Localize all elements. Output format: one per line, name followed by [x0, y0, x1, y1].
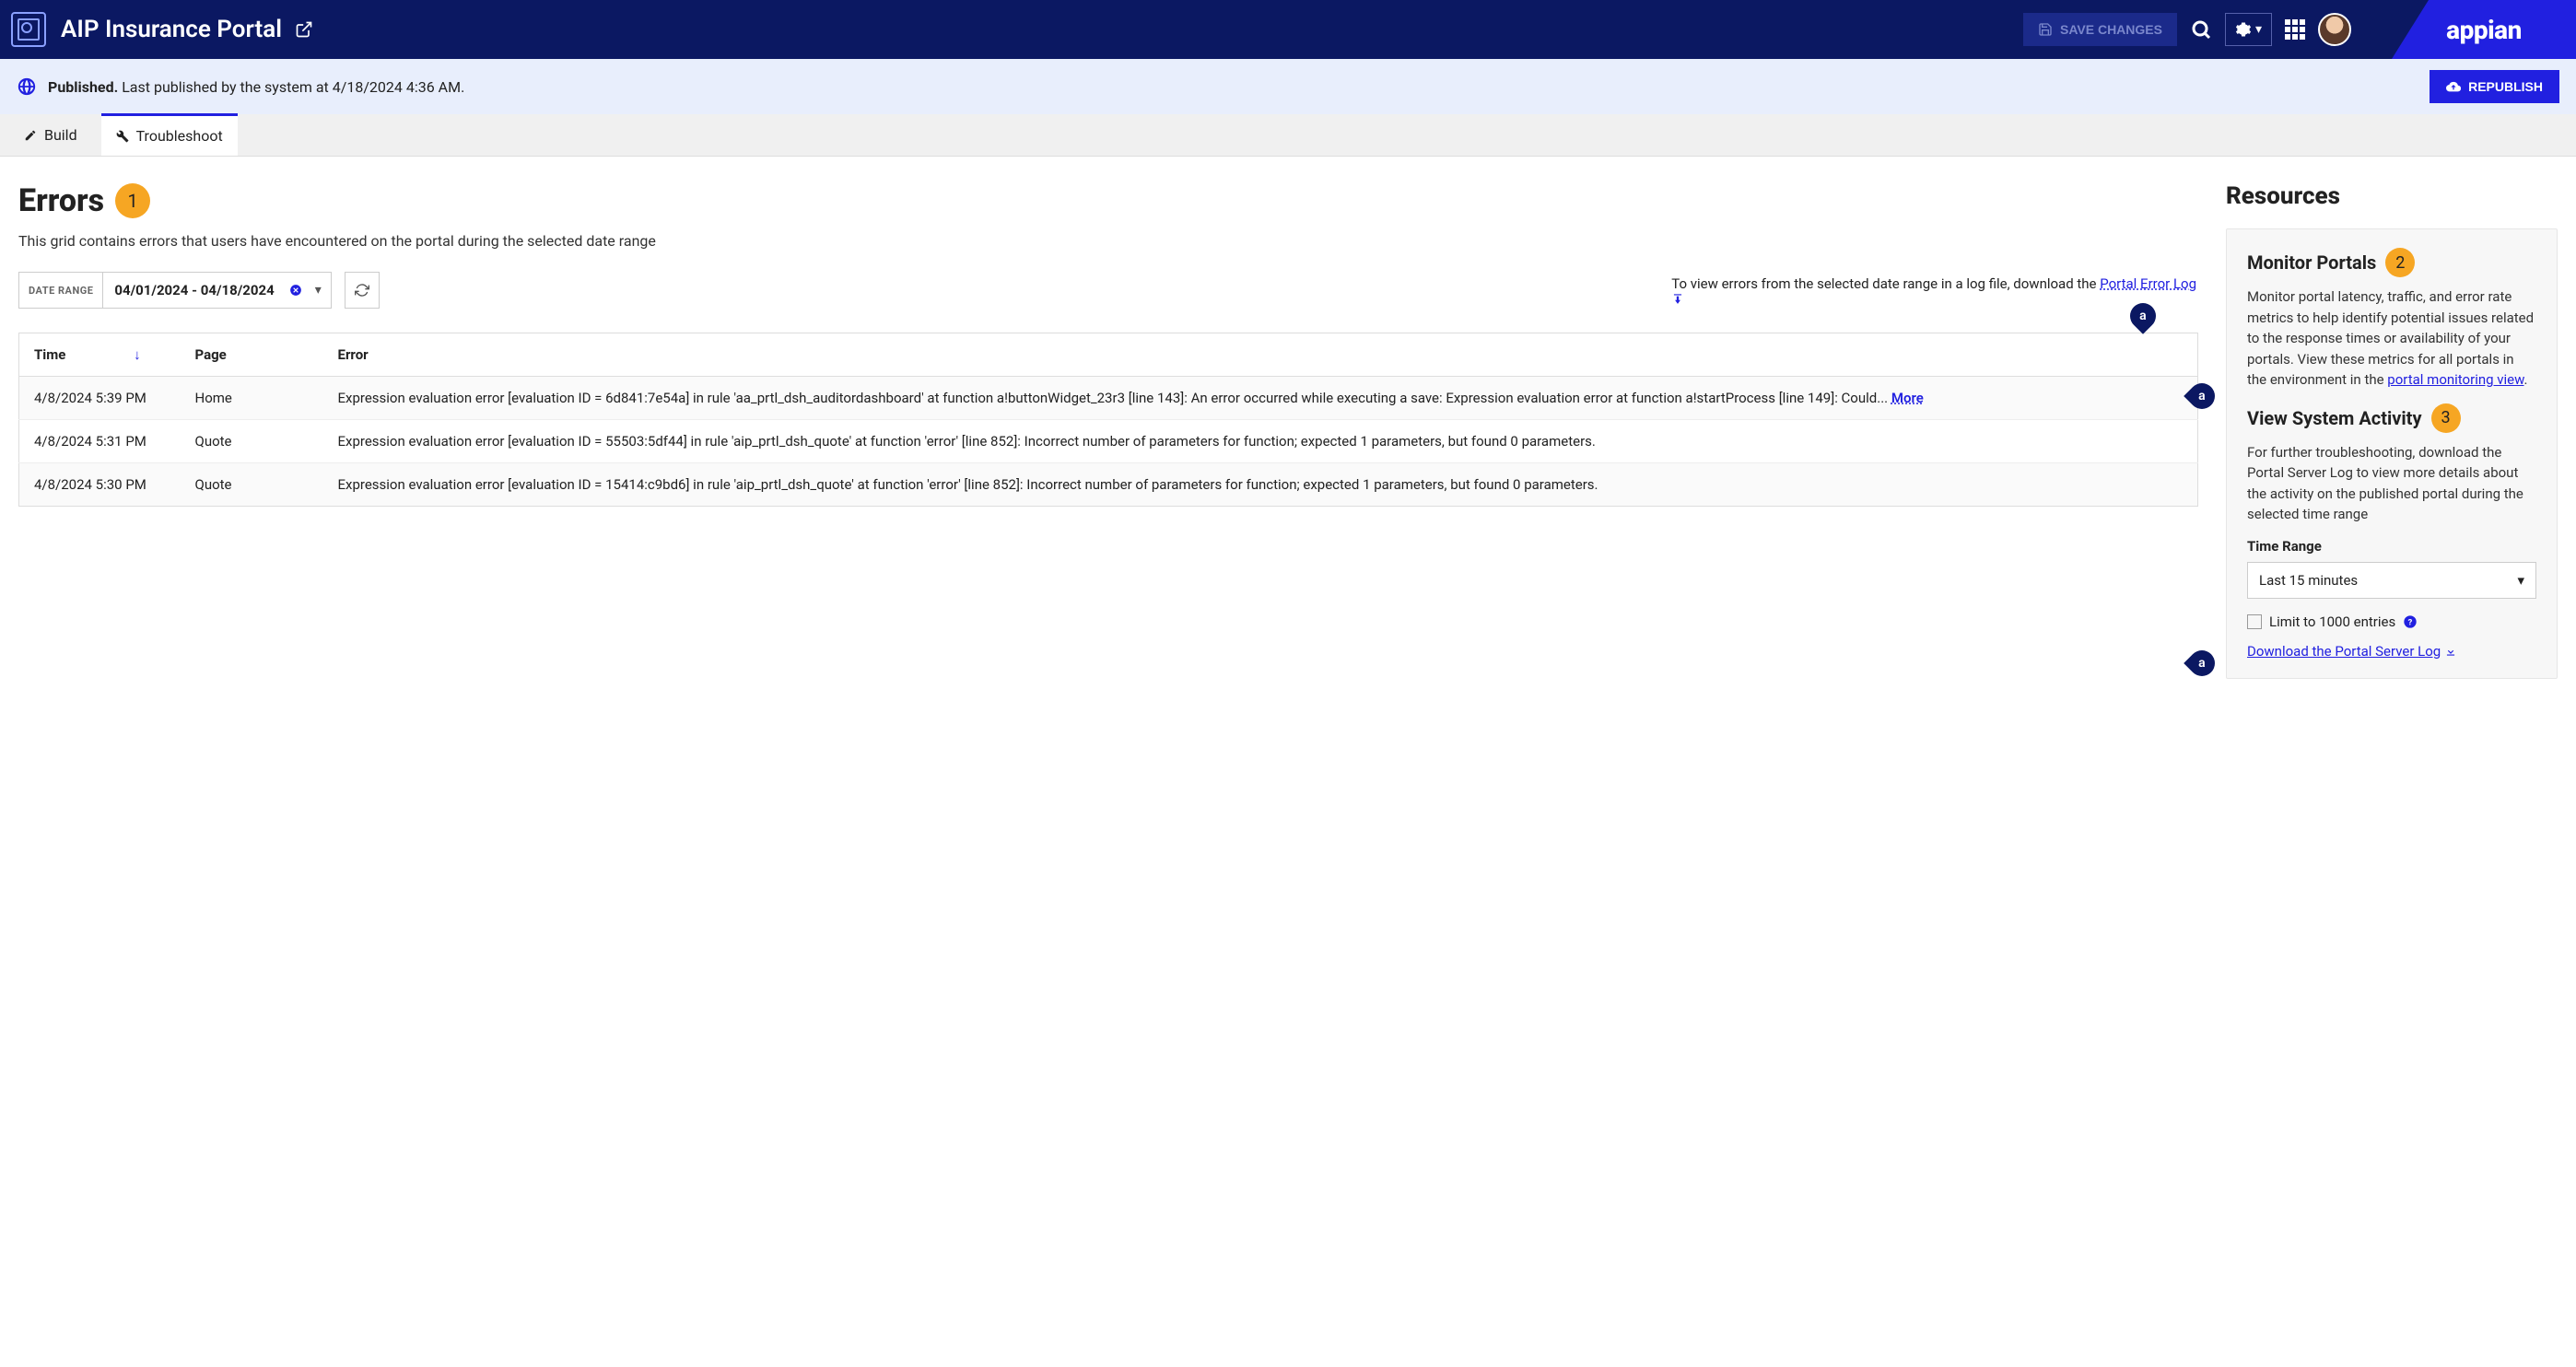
annotation-badge-3: 3 [2431, 403, 2461, 433]
cell-error: Expression evaluation error [evaluation … [323, 420, 2198, 463]
tab-troubleshoot[interactable]: Troubleshoot [101, 113, 238, 156]
app-icon [11, 12, 46, 47]
cell-page: Home [181, 377, 323, 420]
apps-grid-icon[interactable] [2285, 19, 2305, 40]
tab-build[interactable]: Build [9, 114, 92, 156]
annotation-badge-2: 2 [2385, 248, 2415, 277]
cell-error: Expression evaluation error [evaluation … [323, 377, 2198, 420]
col-error[interactable]: Error [323, 333, 2198, 377]
search-icon[interactable] [2190, 18, 2212, 41]
republish-label: REPUBLISH [2468, 79, 2543, 94]
sort-desc-icon: ↓ [134, 346, 141, 363]
settings-menu-button[interactable]: ▾ [2225, 13, 2272, 46]
portal-monitoring-link[interactable]: portal monitoring view [2387, 371, 2523, 388]
col-page[interactable]: Page [181, 333, 323, 377]
errors-heading: Errors 1 [18, 182, 2198, 219]
portal-error-log-link[interactable]: Portal Error Log [2100, 275, 2196, 292]
chevron-down-icon: ▾ [2517, 572, 2524, 589]
pencil-icon [24, 129, 37, 142]
chevron-down-icon[interactable]: ▾ [306, 283, 331, 298]
more-link[interactable]: More [1891, 390, 1924, 406]
gear-icon [2235, 21, 2252, 38]
help-icon[interactable]: ? [2403, 614, 2418, 629]
clear-date-icon[interactable] [286, 284, 306, 297]
cell-page: Quote [181, 420, 323, 463]
errors-description: This grid contains errors that users hav… [18, 232, 2198, 250]
limit-entries-checkbox[interactable] [2247, 614, 2262, 629]
republish-button[interactable]: REPUBLISH [2430, 70, 2559, 103]
date-range-picker[interactable]: DATE RANGE 04/01/2024 - 04/18/2024 ▾ [18, 272, 332, 309]
cell-time: 4/8/2024 5:30 PM [19, 463, 181, 507]
cell-time: 4/8/2024 5:31 PM [19, 420, 181, 463]
cloud-upload-icon [2446, 79, 2461, 94]
globe-icon [17, 76, 37, 97]
cell-time: 4/8/2024 5:39 PM [19, 377, 181, 420]
monitor-portals-heading: Monitor Portals 2 [2247, 248, 2536, 277]
publish-status-bar: Published. Last published by the system … [0, 59, 2576, 114]
date-range-value: 04/01/2024 - 04/18/2024 [103, 282, 285, 298]
resources-heading: Resources [2226, 182, 2558, 210]
time-range-value: Last 15 minutes [2259, 572, 2358, 589]
refresh-icon [355, 283, 369, 298]
top-header: AIP Insurance Portal SAVE CHANGES ▾ appi… [0, 0, 2576, 59]
save-changes-button[interactable]: SAVE CHANGES [2023, 13, 2177, 46]
errors-table: Time ↓ Page Error 4/8/2024 5:39 PMHomeEx… [18, 333, 2198, 507]
download-server-log-link[interactable]: Download the Portal Server Log [2247, 643, 2457, 660]
wrench-icon [116, 130, 129, 143]
table-row[interactable]: 4/8/2024 5:31 PMQuoteExpression evaluati… [19, 420, 2198, 463]
download-icon[interactable] [1671, 292, 2198, 305]
system-activity-heading: View System Activity 3 [2247, 403, 2536, 433]
save-button-label: SAVE CHANGES [2060, 22, 2162, 37]
system-activity-text: For further troubleshooting, download th… [2247, 442, 2536, 525]
table-row[interactable]: 4/8/2024 5:39 PMHomeExpression evaluatio… [19, 377, 2198, 420]
tab-troubleshoot-label: Troubleshoot [136, 127, 223, 145]
limit-entries-label: Limit to 1000 entries [2269, 613, 2395, 630]
svg-text:?: ? [2408, 617, 2413, 627]
error-log-hint: To view errors from the selected date ra… [1671, 275, 2198, 305]
col-time[interactable]: Time ↓ [19, 333, 181, 377]
monitor-portals-text: Monitor portal latency, traffic, and err… [2247, 286, 2536, 391]
tab-build-label: Build [44, 126, 77, 144]
time-range-label: Time Range [2247, 538, 2536, 555]
publish-status-text: Published. Last published by the system … [48, 78, 464, 96]
brand-logo: appian [2392, 0, 2576, 59]
refresh-button[interactable] [345, 272, 380, 309]
resources-card: Monitor Portals 2 Monitor portal latency… [2226, 228, 2558, 679]
time-range-select[interactable]: Last 15 minutes ▾ [2247, 562, 2536, 599]
table-row[interactable]: 4/8/2024 5:30 PMQuoteExpression evaluati… [19, 463, 2198, 507]
app-title: AIP Insurance Portal [61, 16, 282, 43]
annotation-badge-1: 1 [115, 183, 150, 218]
avatar[interactable] [2318, 13, 2351, 46]
cell-error: Expression evaluation error [evaluation … [323, 463, 2198, 507]
external-link-icon[interactable] [295, 20, 313, 39]
chevron-down-icon: ▾ [2255, 22, 2262, 37]
tab-row: Build Troubleshoot [0, 114, 2576, 157]
cell-page: Quote [181, 463, 323, 507]
download-icon [2444, 645, 2457, 658]
date-range-label: DATE RANGE [19, 273, 103, 308]
